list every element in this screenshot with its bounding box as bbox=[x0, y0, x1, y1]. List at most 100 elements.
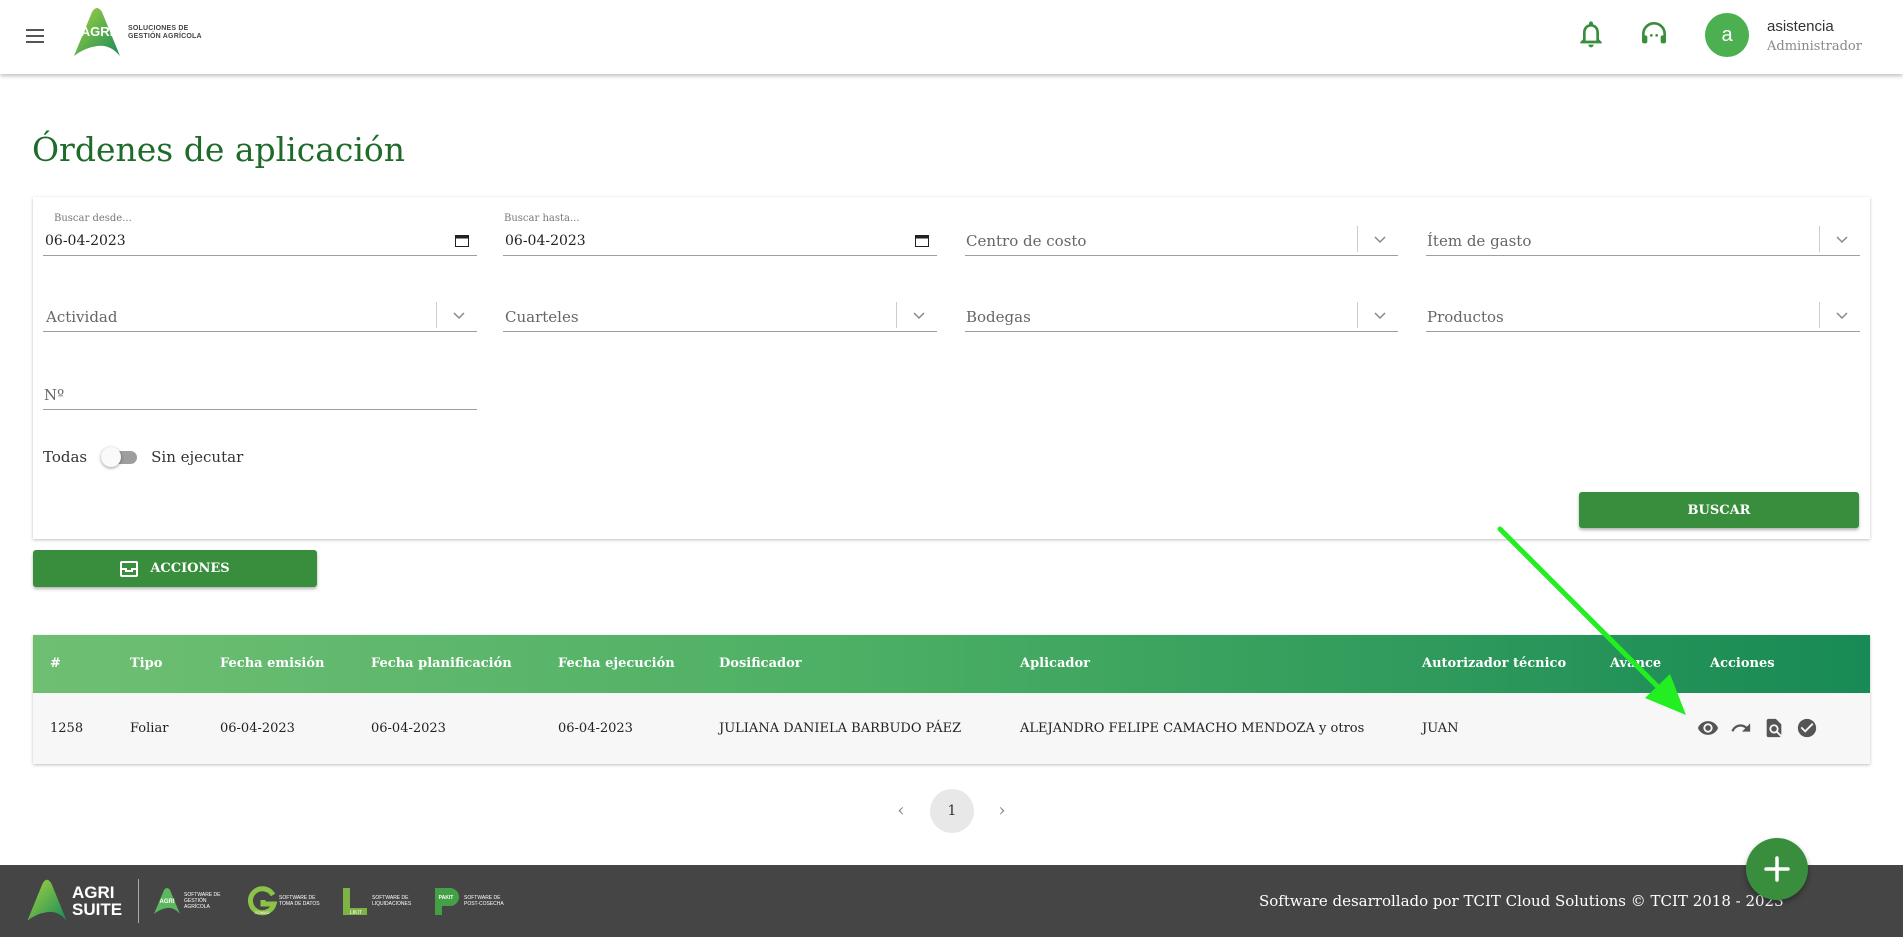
footer-credits: Software desarrollado por TCIT Cloud Sol… bbox=[1259, 892, 1784, 910]
calendar-icon[interactable] bbox=[915, 234, 929, 247]
page-number-button[interactable]: 1 bbox=[930, 789, 974, 833]
sublogo-gomad[interactable]: GOMAD SOFTWARE DE TOMA DE DATOS bbox=[247, 883, 323, 919]
cost-center-placeholder: Centro de costo bbox=[966, 232, 1087, 250]
user-name: asistencia bbox=[1767, 18, 1834, 35]
warehouses-select[interactable]: Bodegas bbox=[965, 302, 1398, 332]
footer-divider bbox=[138, 879, 139, 923]
date-to-field[interactable]: Buscar hasta... 06-04-2023 bbox=[503, 213, 937, 256]
footer: AGRI SUITE AGRI SOFTWARE DE GESTIÓN AGRÍ… bbox=[0, 865, 1903, 937]
actions-button[interactable]: ACCIONES bbox=[33, 550, 317, 587]
sublogo-likit[interactable]: LIKIT SOFTWARE DE LIQUIDACIONES bbox=[340, 883, 416, 919]
cell-authorizer: JUAN bbox=[1422, 721, 1459, 736]
logo-caption: SOLUCIONES DE GESTIÓN AGRÍCOLA bbox=[128, 25, 202, 40]
agri-suite-logo: AGRI SUITE bbox=[24, 877, 124, 925]
chevron-down-icon bbox=[453, 312, 465, 320]
col-header: Autorizador técnico bbox=[1422, 656, 1567, 671]
sublogo-caption: SOFTWARE DE LIQUIDACIONES bbox=[372, 895, 412, 907]
calendar-icon[interactable] bbox=[455, 234, 469, 247]
bell-icon[interactable] bbox=[1575, 16, 1607, 52]
execution-toggle[interactable] bbox=[101, 447, 139, 467]
pakit-sublogo-icon: PAKIT bbox=[435, 888, 459, 915]
svg-text:AGRI: AGRI bbox=[81, 24, 114, 39]
prev-page-button[interactable]: ‹ bbox=[891, 800, 911, 821]
support-headset-icon[interactable] bbox=[1638, 16, 1670, 52]
agri-logo-icon: AGRI bbox=[74, 8, 120, 56]
cost-center-select[interactable]: Centro de costo bbox=[965, 226, 1398, 256]
col-header: Acciones bbox=[1710, 656, 1775, 671]
svg-text:AGRI: AGRI bbox=[160, 899, 175, 905]
agri-suite-wordmark: AGRI SUITE bbox=[72, 883, 123, 919]
app-logo[interactable]: AGRI SOLUCIONES DE GESTIÓN AGRÍCOLA bbox=[70, 6, 208, 60]
execution-toggle-row: Todas Sin ejecutar bbox=[43, 447, 244, 467]
find-in-page-icon[interactable] bbox=[1763, 717, 1785, 739]
agri-suite-logo-icon bbox=[27, 879, 67, 921]
menu-icon[interactable] bbox=[24, 26, 50, 46]
col-header: Aplicador bbox=[1020, 656, 1091, 671]
chevron-down-icon bbox=[1836, 236, 1848, 244]
cell-planning-date: 06-04-2023 bbox=[371, 721, 446, 736]
check-circle-icon[interactable] bbox=[1796, 717, 1818, 739]
cell-issue-date: 06-04-2023 bbox=[220, 721, 295, 736]
date-to-value: 06-04-2023 bbox=[505, 233, 586, 249]
redo-icon[interactable] bbox=[1730, 717, 1752, 739]
page-title: Órdenes de aplicación bbox=[32, 130, 406, 169]
svg-text:GOMAD: GOMAD bbox=[254, 910, 269, 915]
sublogo-pakit[interactable]: PAKIT SOFTWARE DE POST-COSECHA bbox=[432, 883, 508, 919]
products-select[interactable]: Productos bbox=[1426, 302, 1860, 332]
user-role: Administrador bbox=[1767, 39, 1862, 54]
date-from-field[interactable]: Buscar desde... 06-04-2023 bbox=[43, 213, 477, 256]
col-header: Tipo bbox=[130, 656, 163, 671]
expense-item-select[interactable]: Ítem de gasto bbox=[1426, 226, 1860, 256]
chevron-down-icon bbox=[913, 312, 925, 320]
orders-table: # Tipo Fecha emisión Fecha planificación… bbox=[33, 635, 1870, 764]
sublogo-caption: SOFTWARE DE GESTIÓN AGRÍCOLA bbox=[184, 892, 221, 910]
search-button[interactable]: BUSCAR bbox=[1579, 492, 1859, 528]
chevron-down-icon bbox=[1374, 312, 1386, 320]
chevron-down-icon bbox=[1374, 236, 1386, 244]
svg-text:LIKIT: LIKIT bbox=[350, 910, 362, 916]
warehouses-placeholder: Bodegas bbox=[966, 308, 1031, 326]
activity-placeholder: Actividad bbox=[46, 308, 118, 326]
filter-card: Buscar desde... 06-04-2023 Buscar hasta.… bbox=[33, 197, 1870, 539]
products-placeholder: Productos bbox=[1427, 308, 1504, 326]
sublogo-caption: SOFTWARE DE TOMA DE DATOS bbox=[279, 895, 320, 907]
quarters-select[interactable]: Cuarteles bbox=[503, 302, 937, 332]
number-placeholder: Nº bbox=[44, 386, 65, 404]
sublogo-agri[interactable]: AGRI SOFTWARE DE GESTIÓN AGRÍCOLA bbox=[152, 883, 228, 919]
col-header: Fecha emisión bbox=[220, 656, 325, 671]
quarters-placeholder: Cuarteles bbox=[505, 308, 579, 326]
next-page-button[interactable]: › bbox=[992, 800, 1012, 821]
gomad-sublogo-icon: GOMAD bbox=[247, 886, 277, 916]
date-to-label: Buscar hasta... bbox=[504, 213, 580, 224]
date-from-label: Buscar desde... bbox=[54, 213, 132, 224]
agri-sublogo-icon: AGRI bbox=[154, 888, 180, 914]
number-field[interactable]: Nº bbox=[43, 380, 477, 410]
svg-text:PAKIT: PAKIT bbox=[439, 895, 454, 901]
date-from-value: 06-04-2023 bbox=[45, 233, 126, 249]
inbox-icon bbox=[120, 560, 139, 577]
col-header: Fecha ejecución bbox=[558, 656, 675, 671]
avatar[interactable]: a bbox=[1705, 13, 1749, 57]
cell-type: Foliar bbox=[130, 721, 169, 736]
top-app-bar: AGRI SOLUCIONES DE GESTIÓN AGRÍCOLA a as… bbox=[0, 0, 1903, 74]
plus-icon bbox=[1764, 856, 1790, 882]
cell-execution-date: 06-04-2023 bbox=[558, 721, 633, 736]
add-order-button[interactable] bbox=[1746, 838, 1808, 900]
row-actions bbox=[1697, 717, 1818, 739]
table-header: # Tipo Fecha emisión Fecha planificación… bbox=[33, 635, 1870, 693]
chevron-down-icon bbox=[1836, 312, 1848, 320]
cell-applicator: ALEJANDRO FELIPE CAMACHO MENDOZA y otros bbox=[1020, 721, 1365, 736]
expense-item-placeholder: Ítem de gasto bbox=[1427, 232, 1532, 250]
toggle-label-pending: Sin ejecutar bbox=[151, 448, 244, 466]
likit-sublogo-icon: LIKIT bbox=[343, 888, 367, 916]
activity-select[interactable]: Actividad bbox=[43, 302, 477, 332]
cell-dosifier: JULIANA DANIELA BARBUDO PÁEZ bbox=[719, 721, 962, 736]
col-header: Avance bbox=[1610, 656, 1662, 671]
cell-number: 1258 bbox=[50, 721, 84, 736]
eye-icon[interactable] bbox=[1697, 717, 1719, 739]
toggle-label-all: Todas bbox=[43, 448, 88, 466]
col-header: Dosificador bbox=[719, 656, 802, 671]
col-header: Fecha planificación bbox=[371, 656, 512, 671]
actions-button-label: ACCIONES bbox=[150, 561, 230, 576]
col-header: # bbox=[50, 656, 61, 671]
